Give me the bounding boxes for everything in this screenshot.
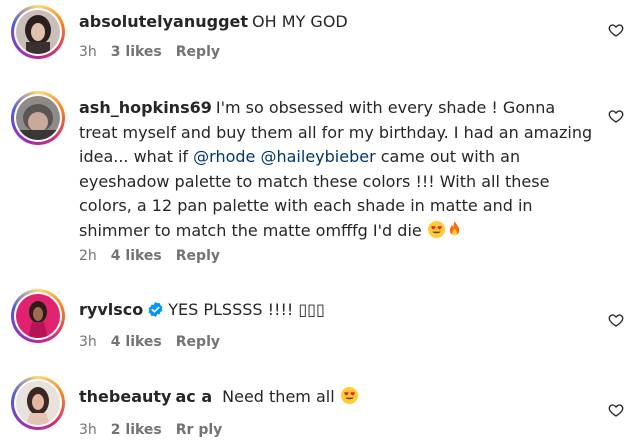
comment-time: 2h <box>79 248 97 264</box>
verified-badge-icon <box>148 301 163 318</box>
comment-username[interactable]: ash_hopkins69 <box>79 98 212 117</box>
mention-link[interactable]: @rhode <box>193 147 255 166</box>
avatar[interactable] <box>11 5 65 59</box>
fire-emoji-icon <box>449 220 460 236</box>
avatar[interactable] <box>11 289 65 343</box>
comment-time: 3h <box>79 334 97 350</box>
comment-username[interactable]: ryvlsco <box>79 300 143 319</box>
comment-username-fragment: ac a <box>175 387 213 406</box>
comment-item: ryvlsco YES PLSSSS !!!! ▯▯▯ 3h 4 likes R… <box>0 286 634 358</box>
comment-username[interactable]: thebeauty <box>79 387 171 406</box>
heart-eyes-emoji-icon <box>340 386 358 405</box>
comment-likes[interactable]: 2 likes <box>111 422 162 438</box>
avatar[interactable] <box>11 376 65 430</box>
comment-item: thebeauty ac a Need them all 3h 2 likes Rr… <box>0 372 634 445</box>
comment-text: OH MY GOD <box>252 12 348 31</box>
avatar[interactable] <box>11 91 65 145</box>
comment-time: 3h <box>79 44 97 60</box>
comment-text: YES PLSSSS !!!! ▯▯▯ <box>168 300 325 319</box>
heart-outline-icon[interactable] <box>608 402 624 418</box>
heart-outline-icon[interactable] <box>608 312 624 328</box>
comment-likes[interactable]: 4 likes <box>111 334 162 350</box>
heart-outline-icon[interactable] <box>608 22 624 38</box>
mention-link[interactable]: @haileybieber <box>260 147 375 166</box>
heart-eyes-emoji-icon <box>427 220 445 239</box>
reply-button[interactable]: Reply <box>176 44 220 60</box>
comment-text: Need them all <box>222 387 335 406</box>
comment-likes[interactable]: 4 likes <box>111 248 162 264</box>
comment-likes[interactable]: 3 likes <box>111 44 162 60</box>
heart-outline-icon[interactable] <box>608 108 624 124</box>
comment-username[interactable]: absolutelyanugget <box>79 12 248 31</box>
comment-item: absolutelyanugget OH MY GOD 3h 3 likes Re… <box>0 0 634 70</box>
reply-button[interactable]: Reply <box>176 248 220 264</box>
reply-button[interactable]: Reply <box>176 334 220 350</box>
comment-time: 3h <box>79 422 97 438</box>
reply-button[interactable]: Rr ply <box>176 422 223 438</box>
comment-item: ash_hopkins69 I'm so obsessed with every … <box>0 86 634 276</box>
